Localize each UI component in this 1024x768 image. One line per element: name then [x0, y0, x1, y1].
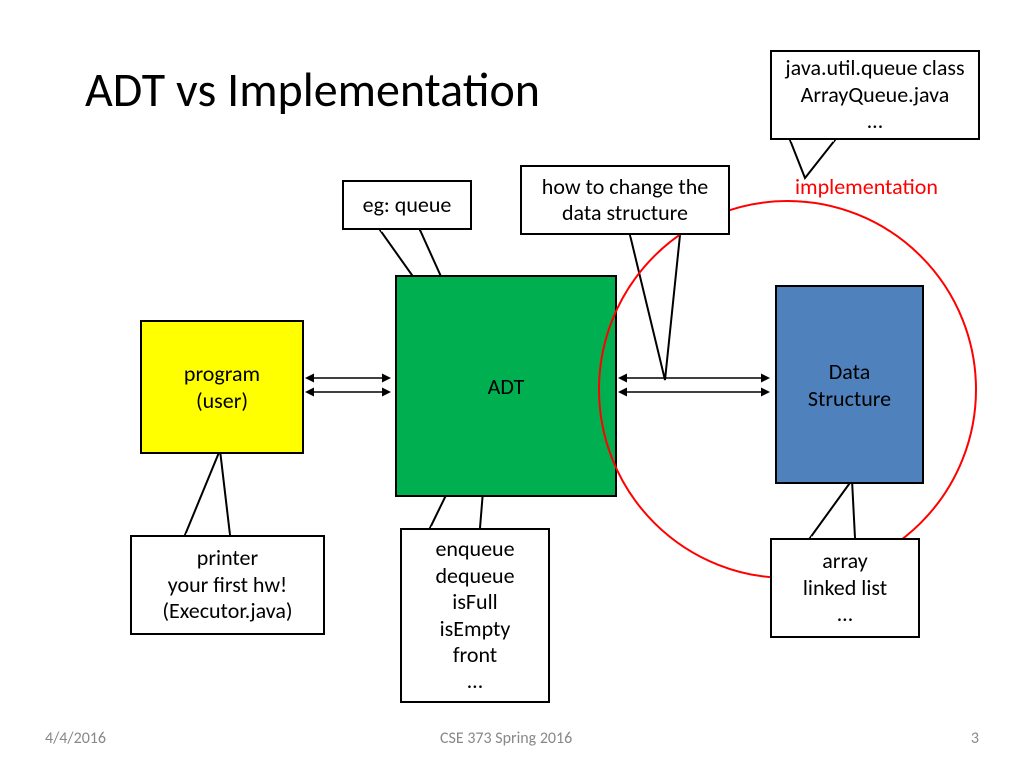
slide-title: ADT vs Implementation — [85, 60, 540, 119]
callout-line: data structure — [562, 200, 688, 226]
callout-line: linked list — [803, 575, 887, 601]
callout-line: java.util.queue class — [785, 55, 964, 81]
callout-line: ArrayQueue.java — [801, 82, 950, 108]
callout-line: (Executor.java) — [162, 598, 292, 624]
callout-line: array — [822, 548, 868, 574]
footer-course: CSE 373 Spring 2016 — [440, 729, 572, 748]
callout-line: dequeue — [435, 563, 514, 589]
callout-adt-ops: enqueue dequeue isFull isEmpty front … — [400, 528, 550, 703]
footer-date: 4/4/2016 — [45, 729, 106, 748]
box-label-line: (user) — [196, 387, 248, 414]
implementation-label: implementation — [795, 173, 938, 200]
callout-line: printer — [197, 545, 258, 571]
adt-box: ADT — [395, 275, 617, 497]
callout-line: isFull — [452, 589, 497, 615]
callout-line: enqueue — [435, 536, 514, 562]
callout-line: isEmpty — [440, 616, 511, 642]
double-arrow-program-adt — [300, 370, 396, 400]
box-label: ADT — [488, 373, 525, 400]
program-box: program (user) — [140, 320, 304, 454]
implementation-circle — [598, 200, 977, 579]
slide-container: ADT vs Implementation java.util.queue cl… — [0, 0, 1024, 768]
callout-ds-examples: array linked list … — [770, 538, 920, 638]
box-label-line: program — [184, 360, 260, 387]
callout-line: … — [467, 668, 482, 694]
callout-tail-printer — [185, 450, 255, 540]
callout-line: front — [453, 642, 497, 668]
callout-eg-queue: eg: queue — [342, 180, 472, 230]
callout-printer: printer your first hw! (Executor.java) — [130, 535, 325, 635]
callout-line: how to change the — [542, 174, 708, 200]
callout-line: … — [867, 108, 882, 134]
callout-line: your first hw! — [168, 572, 287, 598]
callout-line: … — [837, 601, 852, 627]
callout-impl-classes: java.util.queue class ArrayQueue.java … — [770, 50, 980, 140]
callout-how-change: how to change the data structure — [520, 165, 730, 235]
footer-page: 3 — [971, 729, 979, 748]
